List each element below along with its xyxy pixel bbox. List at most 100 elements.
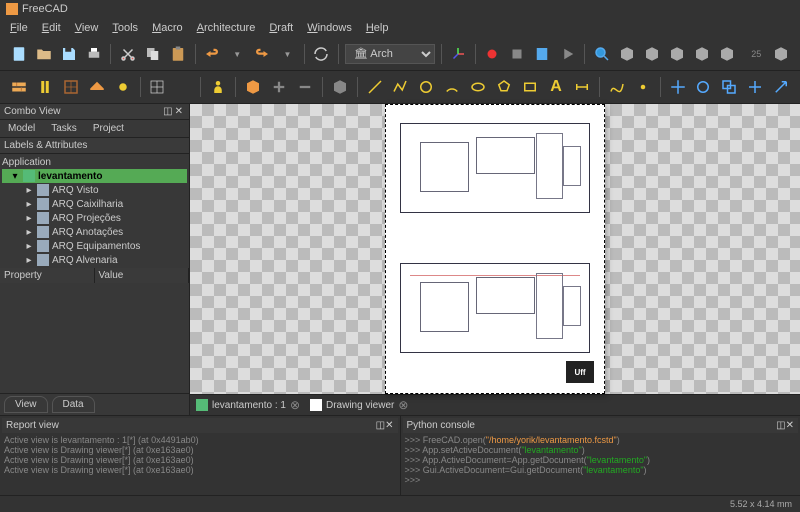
overflow-icon[interactable]	[771, 42, 792, 66]
tab-model[interactable]: Model	[0, 120, 43, 137]
new-file-icon[interactable]	[8, 42, 29, 66]
tree-item-label[interactable]: ARQ Projeções	[52, 213, 121, 224]
mesh-icon[interactable]	[329, 75, 351, 99]
close-icon[interactable]: ⊗	[290, 398, 300, 412]
menu-help[interactable]: Help	[360, 20, 395, 36]
tab-document[interactable]: levantamento : 1⊗	[196, 398, 300, 412]
prop-col-property[interactable]: Property	[0, 268, 95, 283]
expand-icon[interactable]: ▸	[24, 199, 34, 210]
section-icon[interactable]	[172, 75, 194, 99]
console-body[interactable]: >>> FreeCAD.open("/home/yorik/levantamen…	[403, 433, 799, 493]
person-icon[interactable]	[207, 75, 229, 99]
wire-icon[interactable]	[390, 75, 412, 99]
expand-icon[interactable]: ▾	[10, 171, 20, 182]
menu-architecture[interactable]: Architecture	[191, 20, 262, 36]
top-view-icon[interactable]	[666, 42, 687, 66]
folder-icon	[37, 184, 49, 196]
undo-icon[interactable]	[202, 42, 223, 66]
tree-item-label[interactable]: ARQ Caixilharia	[52, 199, 123, 210]
tab-project[interactable]: Project	[85, 120, 132, 137]
axis-icon[interactable]	[448, 42, 469, 66]
menu-windows[interactable]: Windows	[301, 20, 358, 36]
arc-icon[interactable]	[441, 75, 463, 99]
scale-icon[interactable]	[770, 75, 792, 99]
doc-name[interactable]: levantamento	[38, 171, 102, 182]
back-view-icon[interactable]	[717, 42, 738, 66]
rotate-icon[interactable]	[692, 75, 714, 99]
axis-tool-icon[interactable]	[112, 75, 134, 99]
expand-icon[interactable]: ▸	[24, 255, 34, 266]
redo-dropdown-icon[interactable]: ▼	[277, 42, 298, 66]
zoom-level[interactable]: 25	[746, 42, 767, 66]
prop-col-value[interactable]: Value	[95, 268, 190, 283]
refresh-icon[interactable]	[311, 42, 332, 66]
tab-view[interactable]: View	[4, 396, 48, 413]
paste-icon[interactable]	[168, 42, 189, 66]
rectangle-icon[interactable]	[519, 75, 541, 99]
bspline-icon[interactable]	[606, 75, 628, 99]
box-icon[interactable]	[242, 75, 264, 99]
model-tree[interactable]: Application ▾levantamento ▸ARQ Visto ▸AR…	[0, 154, 189, 268]
text-icon[interactable]: A	[545, 75, 567, 99]
panel-controls-icon[interactable]: ◫✕	[163, 106, 185, 117]
iso-view-icon[interactable]	[616, 42, 637, 66]
labels-header: Labels & Attributes	[0, 138, 189, 154]
line-icon[interactable]	[364, 75, 386, 99]
panel-controls-icon[interactable]: ◫✕	[776, 420, 794, 431]
remove-icon[interactable]	[294, 75, 316, 99]
trimex-icon[interactable]	[744, 75, 766, 99]
expand-icon[interactable]: ▸	[24, 227, 34, 238]
dimension-icon[interactable]	[571, 75, 593, 99]
expand-icon[interactable]: ▸	[24, 241, 34, 252]
report-line: Active view is Drawing viewer[*] (at 0xe…	[4, 455, 396, 465]
fit-all-icon[interactable]	[591, 42, 612, 66]
expand-icon[interactable]: ▸	[24, 185, 34, 196]
menu-file[interactable]: File	[4, 20, 34, 36]
undo-dropdown-icon[interactable]: ▼	[227, 42, 248, 66]
title-block-stamp: Uff	[566, 361, 594, 383]
panel-controls-icon[interactable]: ◫✕	[376, 420, 394, 431]
macro-icon[interactable]	[532, 42, 553, 66]
menu-draft[interactable]: Draft	[263, 20, 299, 36]
tab-drawing-viewer[interactable]: Drawing viewer⊗	[310, 398, 408, 412]
menu-view[interactable]: View	[69, 20, 105, 36]
tree-item-label[interactable]: ARQ Alvenaria	[52, 255, 118, 266]
stop-icon[interactable]	[507, 42, 528, 66]
redo-icon[interactable]	[252, 42, 273, 66]
cut-icon[interactable]	[117, 42, 138, 66]
print-icon[interactable]	[83, 42, 104, 66]
add-icon[interactable]	[268, 75, 290, 99]
tab-data[interactable]: Data	[52, 396, 95, 413]
drawing-canvas[interactable]: Uff	[190, 104, 800, 394]
right-view-icon[interactable]	[691, 42, 712, 66]
menu-tools[interactable]: Tools	[106, 20, 144, 36]
roof-icon[interactable]	[86, 75, 108, 99]
tab-tasks[interactable]: Tasks	[43, 120, 85, 137]
circle-icon[interactable]	[415, 75, 437, 99]
polygon-icon[interactable]	[493, 75, 515, 99]
copy-icon[interactable]	[142, 42, 163, 66]
grid-icon[interactable]	[147, 75, 169, 99]
report-body[interactable]: Active view is levantamento : 1[*] (at 0…	[2, 433, 398, 493]
wall-icon[interactable]	[8, 75, 30, 99]
expand-icon[interactable]: ▸	[24, 213, 34, 224]
point-icon[interactable]	[632, 75, 654, 99]
tree-item-label[interactable]: ARQ Visto	[52, 185, 99, 196]
workbench-selector[interactable]: 🏛 Arch	[345, 44, 435, 64]
menu-edit[interactable]: Edit	[36, 20, 67, 36]
ellipse-icon[interactable]	[467, 75, 489, 99]
play-icon[interactable]	[557, 42, 578, 66]
tree-item-label[interactable]: ARQ Anotações	[52, 227, 123, 238]
front-view-icon[interactable]	[641, 42, 662, 66]
save-icon[interactable]	[58, 42, 79, 66]
move-icon[interactable]	[667, 75, 689, 99]
menu-macro[interactable]: Macro	[146, 20, 189, 36]
close-icon[interactable]: ⊗	[398, 398, 408, 412]
structure-icon[interactable]	[34, 75, 56, 99]
offset-icon[interactable]	[718, 75, 740, 99]
app-logo-icon	[6, 3, 18, 15]
tree-item-label[interactable]: ARQ Equipamentos	[52, 241, 140, 252]
open-file-icon[interactable]	[33, 42, 54, 66]
record-icon[interactable]	[482, 42, 503, 66]
window-icon[interactable]	[60, 75, 82, 99]
